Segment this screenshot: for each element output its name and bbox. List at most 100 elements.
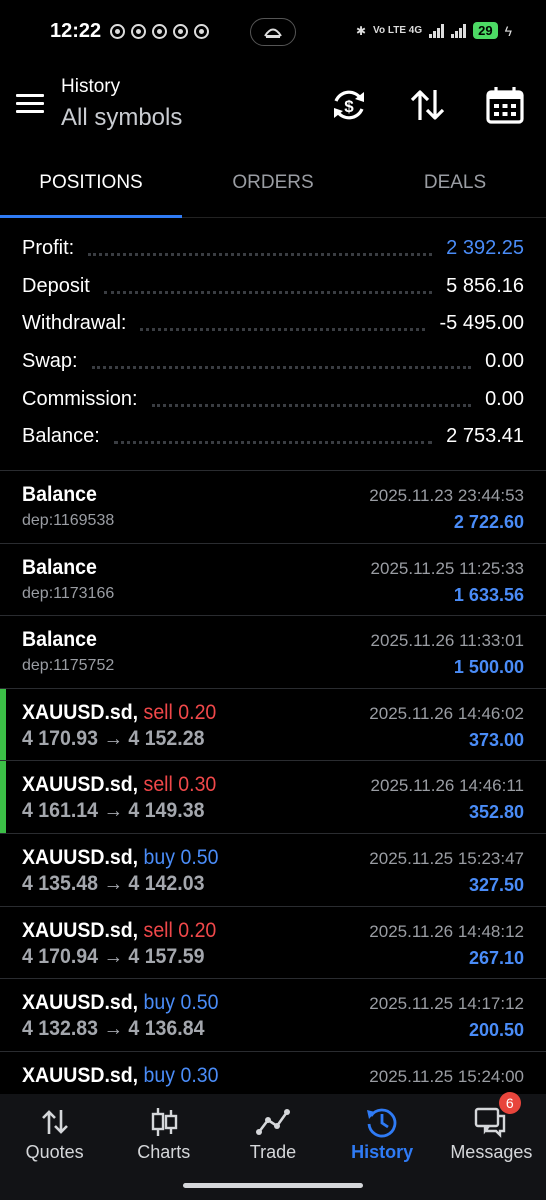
item-time: 2025.11.25 14:17:12	[369, 994, 524, 1014]
item-side: buy 0.30	[143, 1063, 219, 1087]
calendar-icon[interactable]	[484, 84, 526, 126]
symbol-filter[interactable]: All symbols	[61, 104, 182, 132]
list-item-position[interactable]: XAUUSD.sd, sell 0.20 4 170.93 → 4 152.28…	[0, 688, 546, 762]
status-right: ✱ Vo LTE 4G 29 ϟ	[356, 22, 512, 39]
notification-icon	[173, 24, 188, 39]
item-time: 2025.11.26 14:46:11	[370, 776, 524, 796]
notification-icon	[131, 24, 146, 39]
item-title: XAUUSD.sd, buy 0.30	[22, 1064, 218, 1088]
nav-quotes[interactable]: Quotes	[0, 1094, 109, 1200]
item-profit: 267.10	[468, 947, 524, 968]
nav-label: History	[351, 1142, 414, 1162]
signal-icon	[429, 23, 445, 38]
summary-row-balance: Balance: 2 753.41	[0, 418, 546, 456]
item-comment: dep:1173166	[22, 584, 115, 602]
list-item-position[interactable]: XAUUSD.sd, sell 0.30 4 161.14 → 4 149.38…	[0, 761, 546, 834]
notification-icon	[110, 24, 125, 39]
app-header: History All symbols $	[0, 64, 546, 144]
charging-icon: ϟ	[504, 22, 512, 39]
sort-icon[interactable]	[406, 84, 448, 126]
item-time: 2025.11.26 14:46:02	[369, 703, 524, 723]
item-time: 2025.11.25 15:24:00	[369, 1066, 524, 1086]
summary-label: Balance:	[22, 425, 100, 448]
item-profit: 200.50	[468, 1020, 524, 1041]
item-amount: 1 500.00	[453, 657, 524, 678]
nav-label: Charts	[137, 1142, 191, 1162]
item-time: 2025.11.25 15:23:47	[369, 848, 524, 868]
nav-messages[interactable]: 6 Messages	[437, 1092, 546, 1200]
dot-leader	[103, 290, 433, 294]
item-comment: dep:1175752	[22, 657, 115, 675]
currency-exchange-icon[interactable]: $	[328, 84, 370, 126]
item-prices: 4 135.48 → 4 142.03	[22, 871, 205, 895]
item-side: sell 0.20	[143, 918, 217, 942]
list-item-position[interactable]: XAUUSD.sd, buy 0.50 4 132.83 → 4 136.84 …	[0, 979, 546, 1052]
summary-row-profit: Profit: 2 392.25	[0, 230, 546, 268]
item-amount: 2 722.60	[453, 512, 524, 532]
item-amount: 1 633.56	[453, 584, 524, 605]
item-profit: 352.80	[468, 802, 524, 823]
item-title: XAUUSD.sd, sell 0.20	[22, 919, 216, 943]
home-indicator[interactable]	[183, 1183, 363, 1188]
nav-label: Quotes	[25, 1142, 84, 1162]
candlestick-icon	[151, 1108, 177, 1136]
summary-value: 0.00	[485, 387, 524, 410]
item-prices: 4 170.94 → 4 157.59	[22, 944, 205, 968]
summary-panel: Profit: 2 392.25 Deposit 5 856.16 Withdr…	[0, 230, 546, 456]
list-item-balance[interactable]: Balance dep:1175752 2025.11.26 11:33:01 …	[0, 616, 546, 689]
summary-value: 2 753.41	[446, 425, 524, 448]
tab-orders[interactable]: ORDERS	[182, 158, 364, 217]
item-title: Balance	[22, 555, 97, 579]
page-title: History	[61, 76, 121, 97]
signal-icon	[451, 23, 467, 38]
dot-leader	[151, 403, 472, 407]
dot-leader	[88, 253, 433, 257]
item-side: sell 0.30	[143, 773, 217, 797]
item-time: 2025.11.25 11:25:33	[370, 558, 524, 578]
list-item-balance[interactable]: Balance dep:1173166 2025.11.25 11:25:33 …	[0, 544, 546, 617]
bluetooth-icon: ✱	[355, 23, 367, 38]
summary-label: Withdrawal:	[22, 312, 127, 335]
item-title: XAUUSD.sd, sell 0.30	[22, 773, 216, 797]
list-item-balance[interactable]: Balance dep:1169538 2025.11.23 23:44:53 …	[0, 471, 546, 544]
trade-line-icon	[255, 1109, 290, 1135]
item-title: XAUUSD.sd, sell 0.20	[22, 701, 216, 725]
item-profit: 327.50	[468, 874, 524, 895]
item-title: XAUUSD.sd, buy 0.50	[22, 846, 218, 870]
summary-label: Commission:	[22, 387, 138, 410]
item-profit: 373.00	[468, 729, 524, 750]
tab-positions[interactable]: POSITIONS	[0, 158, 182, 218]
list-item-position[interactable]: XAUUSD.sd, buy 0.50 4 135.48 → 4 142.03 …	[0, 834, 546, 907]
item-time: 2025.11.26 14:48:12	[369, 921, 524, 941]
dot-leader	[140, 328, 426, 332]
item-prices: 4 170.93 → 4 152.28	[22, 726, 205, 750]
menu-icon[interactable]	[16, 94, 44, 114]
item-symbol: XAUUSD.sd,	[22, 845, 139, 869]
item-title: Balance	[22, 628, 97, 652]
list-item-position[interactable]: XAUUSD.sd, sell 0.20 4 170.94 → 4 157.59…	[0, 907, 546, 980]
battery-level: 29	[473, 22, 498, 39]
nav-label: Trade	[249, 1142, 297, 1162]
dot-leader	[91, 366, 472, 370]
summary-row-deposit: Deposit 5 856.16	[0, 268, 546, 306]
item-symbol: XAUUSD.sd,	[22, 918, 139, 942]
summary-row-withdrawal: Withdrawal: -5 495.00	[0, 305, 546, 343]
notification-icon	[152, 24, 167, 39]
svg-text:$: $	[344, 97, 354, 116]
summary-label: Profit:	[22, 237, 75, 260]
item-time: 2025.11.23 23:44:53	[369, 486, 524, 505]
item-side: buy 0.50	[143, 845, 219, 869]
notification-icon	[194, 24, 209, 39]
unread-badge: 6	[498, 1092, 521, 1114]
status-time: 12:22	[50, 20, 102, 42]
item-prices: 4 132.83 → 4 136.84	[22, 1017, 205, 1041]
item-title: Balance	[22, 483, 97, 506]
item-prices: 4 161.14 → 4 149.38	[22, 799, 205, 823]
summary-label: Deposit	[22, 274, 90, 297]
hotspot-icon	[250, 18, 296, 46]
tab-deals[interactable]: DEALS	[364, 158, 546, 217]
item-side: sell 0.20	[143, 700, 217, 724]
notification-icons	[110, 24, 209, 39]
history-list: Balance dep:1169538 2025.11.23 23:44:53 …	[0, 471, 546, 1124]
item-title: XAUUSD.sd, buy 0.50	[22, 991, 218, 1015]
